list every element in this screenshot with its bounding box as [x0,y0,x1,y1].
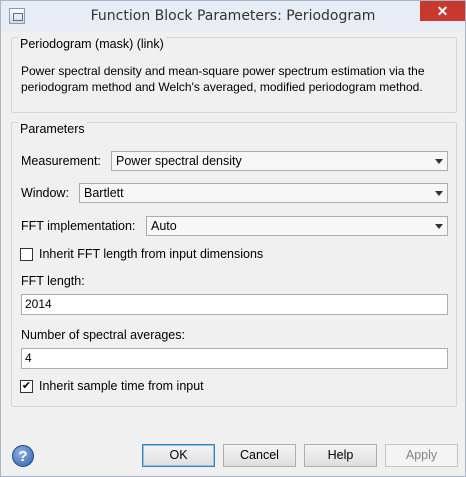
measurement-label: Measurement: [21,154,101,168]
spectral-averages-input[interactable]: 4 [21,348,448,369]
window-dropdown[interactable]: Bartlett [79,183,448,203]
close-button[interactable]: ✕ [420,1,465,21]
fft-implementation-value: Auto [151,219,177,233]
measurement-value: Power spectral density [116,154,242,168]
window-value: Bartlett [84,186,124,200]
description-group: Periodogram (mask) (link) Power spectral… [11,37,457,113]
measurement-dropdown[interactable]: Power spectral density [111,151,448,171]
window-title: Function Block Parameters: Periodogram [90,8,376,24]
dialog-window: Function Block Parameters: Periodogram ✕… [0,0,466,477]
parameters-group-title: Parameters [18,122,87,136]
ok-button[interactable]: OK [142,444,215,467]
chevron-down-icon [435,159,443,164]
chevron-down-icon [435,224,443,229]
spectral-averages-label: Number of spectral averages: [21,328,185,342]
cancel-button[interactable]: Cancel [223,444,296,467]
inherit-fft-length-label: Inherit FFT length from input dimensions [39,247,264,261]
chevron-down-icon [435,191,443,196]
inherit-sample-time-checkbox[interactable]: ✔ [20,380,33,393]
description-group-title: Periodogram (mask) (link) [18,37,166,51]
fft-length-input[interactable]: 2014 [21,294,448,315]
help-circle-icon[interactable]: ? [12,445,34,467]
help-button[interactable]: Help [304,444,377,467]
inherit-fft-length-checkbox[interactable] [20,248,33,261]
fft-length-label: FFT length: [21,274,85,288]
window-label: Window: [21,186,69,200]
inherit-sample-time-label: Inherit sample time from input [39,379,204,393]
fft-implementation-dropdown[interactable]: Auto [146,216,448,236]
description-text: Power spectral density and mean-square p… [21,64,425,94]
parameters-group: Parameters Measurement: Power spectral d… [11,122,457,407]
fft-implementation-label: FFT implementation: [21,219,136,233]
title-bar[interactable]: Function Block Parameters: Periodogram ✕ [1,1,465,31]
apply-button[interactable]: Apply [385,444,458,467]
